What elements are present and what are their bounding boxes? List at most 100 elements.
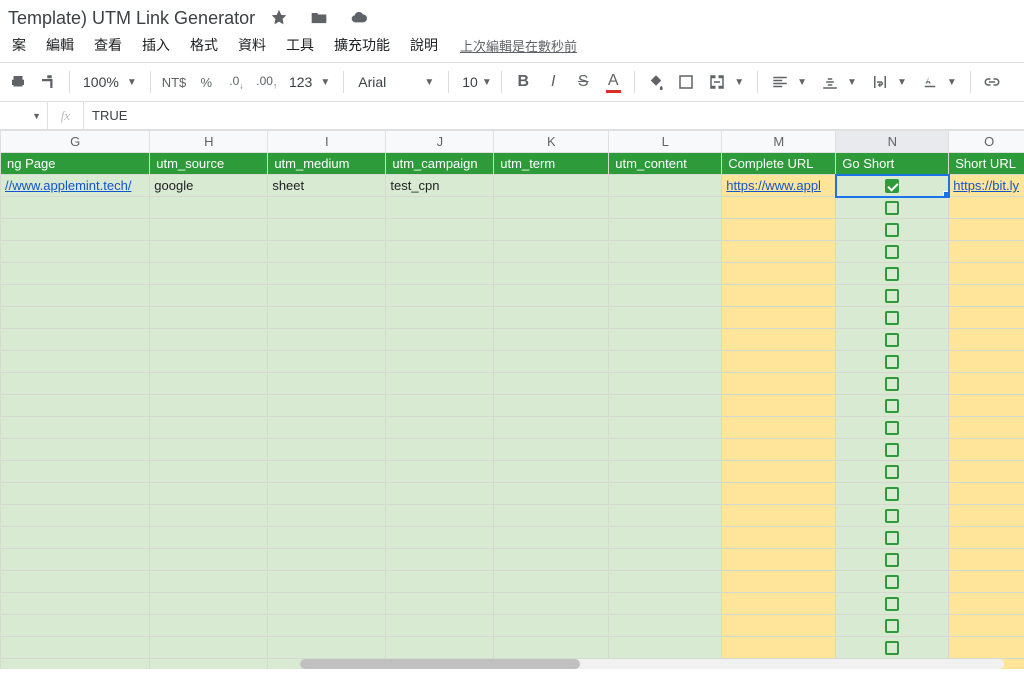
header-cell[interactable]: utm_medium [268, 153, 386, 175]
cell[interactable] [949, 593, 1024, 615]
cell[interactable] [836, 549, 949, 571]
cell[interactable] [150, 637, 268, 659]
cell[interactable] [386, 549, 494, 571]
cell[interactable] [150, 263, 268, 285]
cell[interactable] [386, 571, 494, 593]
cell[interactable] [609, 571, 722, 593]
cell[interactable] [150, 241, 268, 263]
cell[interactable] [150, 285, 268, 307]
header-cell[interactable]: utm_term [494, 153, 609, 175]
checkbox-icon[interactable] [885, 553, 899, 567]
cell[interactable] [1, 637, 150, 659]
cell[interactable] [722, 263, 836, 285]
cell[interactable] [609, 417, 722, 439]
cell[interactable] [609, 637, 722, 659]
cell[interactable] [949, 263, 1024, 285]
scrollbar-thumb[interactable] [300, 659, 580, 669]
cell[interactable] [494, 395, 609, 417]
move-folder-icon[interactable] [305, 4, 333, 32]
cell[interactable] [386, 285, 494, 307]
cell[interactable] [836, 637, 949, 659]
cell[interactable] [949, 615, 1024, 637]
cell[interactable] [268, 219, 386, 241]
cell[interactable] [268, 395, 386, 417]
cell[interactable] [836, 593, 949, 615]
cell[interactable] [1, 571, 150, 593]
cell[interactable] [1, 241, 150, 263]
cell[interactable] [494, 571, 609, 593]
cell[interactable] [609, 329, 722, 351]
cell[interactable] [268, 373, 386, 395]
cell[interactable] [1, 263, 150, 285]
menu-file[interactable]: 案 [4, 31, 34, 59]
header-cell[interactable]: Complete URL [722, 153, 836, 175]
cell[interactable] [494, 527, 609, 549]
cell[interactable] [268, 461, 386, 483]
spreadsheet-grid[interactable]: G H I J K L M N O ng Pageutm_sourceutm_m… [0, 130, 1024, 669]
cell[interactable] [836, 197, 949, 219]
cell[interactable] [609, 439, 722, 461]
cell[interactable] [268, 351, 386, 373]
cell[interactable] [494, 505, 609, 527]
borders-button[interactable] [672, 68, 700, 96]
cell[interactable] [949, 197, 1024, 219]
cell[interactable] [494, 637, 609, 659]
cell[interactable] [1, 505, 150, 527]
cell[interactable] [494, 549, 609, 571]
cell[interactable] [494, 329, 609, 351]
cell[interactable] [268, 549, 386, 571]
cell[interactable] [722, 351, 836, 373]
cell[interactable] [494, 175, 609, 197]
header-cell[interactable]: Short URL [949, 153, 1024, 175]
print-icon[interactable] [4, 68, 32, 96]
cell[interactable] [609, 219, 722, 241]
link[interactable]: https://www.appl [726, 178, 821, 193]
col-header-H[interactable]: H [150, 131, 268, 153]
cell[interactable] [386, 461, 494, 483]
cell[interactable] [386, 351, 494, 373]
cell[interactable] [609, 351, 722, 373]
col-header-I[interactable]: I [268, 131, 386, 153]
cell[interactable] [949, 549, 1024, 571]
cell[interactable] [609, 505, 722, 527]
cell[interactable] [386, 373, 494, 395]
header-cell[interactable]: Go Short [836, 153, 949, 175]
cell[interactable] [836, 285, 949, 307]
cell[interactable] [150, 197, 268, 219]
cell[interactable] [836, 241, 949, 263]
cell[interactable] [268, 307, 386, 329]
cell[interactable] [386, 417, 494, 439]
cell[interactable] [386, 329, 494, 351]
link[interactable]: //www.applemint.tech/ [5, 178, 131, 193]
cell[interactable] [1, 461, 150, 483]
paint-format-icon[interactable] [34, 68, 62, 96]
font-size-select[interactable]: 10▼ [456, 68, 494, 96]
checkbox-icon[interactable] [885, 641, 899, 655]
merge-cells-button[interactable]: ▼ [702, 68, 750, 96]
cell[interactable] [494, 439, 609, 461]
cell[interactable] [386, 263, 494, 285]
cell[interactable] [949, 637, 1024, 659]
cell[interactable] [609, 615, 722, 637]
cell[interactable] [609, 263, 722, 285]
cell[interactable] [722, 571, 836, 593]
cell[interactable] [836, 307, 949, 329]
cell[interactable] [150, 329, 268, 351]
v-align-button[interactable]: ▼ [815, 68, 863, 96]
cell[interactable] [150, 615, 268, 637]
checkbox-icon[interactable] [885, 597, 899, 611]
checkbox-icon[interactable] [885, 179, 899, 193]
cell[interactable] [836, 263, 949, 285]
cell[interactable] [949, 307, 1024, 329]
cell[interactable] [722, 241, 836, 263]
cell[interactable] [1, 549, 150, 571]
checkbox-icon[interactable] [885, 267, 899, 281]
cell[interactable] [386, 197, 494, 219]
cell[interactable] [949, 241, 1024, 263]
cell[interactable] [949, 417, 1024, 439]
menu-view[interactable]: 查看 [86, 31, 130, 59]
cell[interactable] [150, 483, 268, 505]
cell[interactable] [386, 219, 494, 241]
col-header-J[interactable]: J [386, 131, 494, 153]
checkbox-icon[interactable] [885, 333, 899, 347]
